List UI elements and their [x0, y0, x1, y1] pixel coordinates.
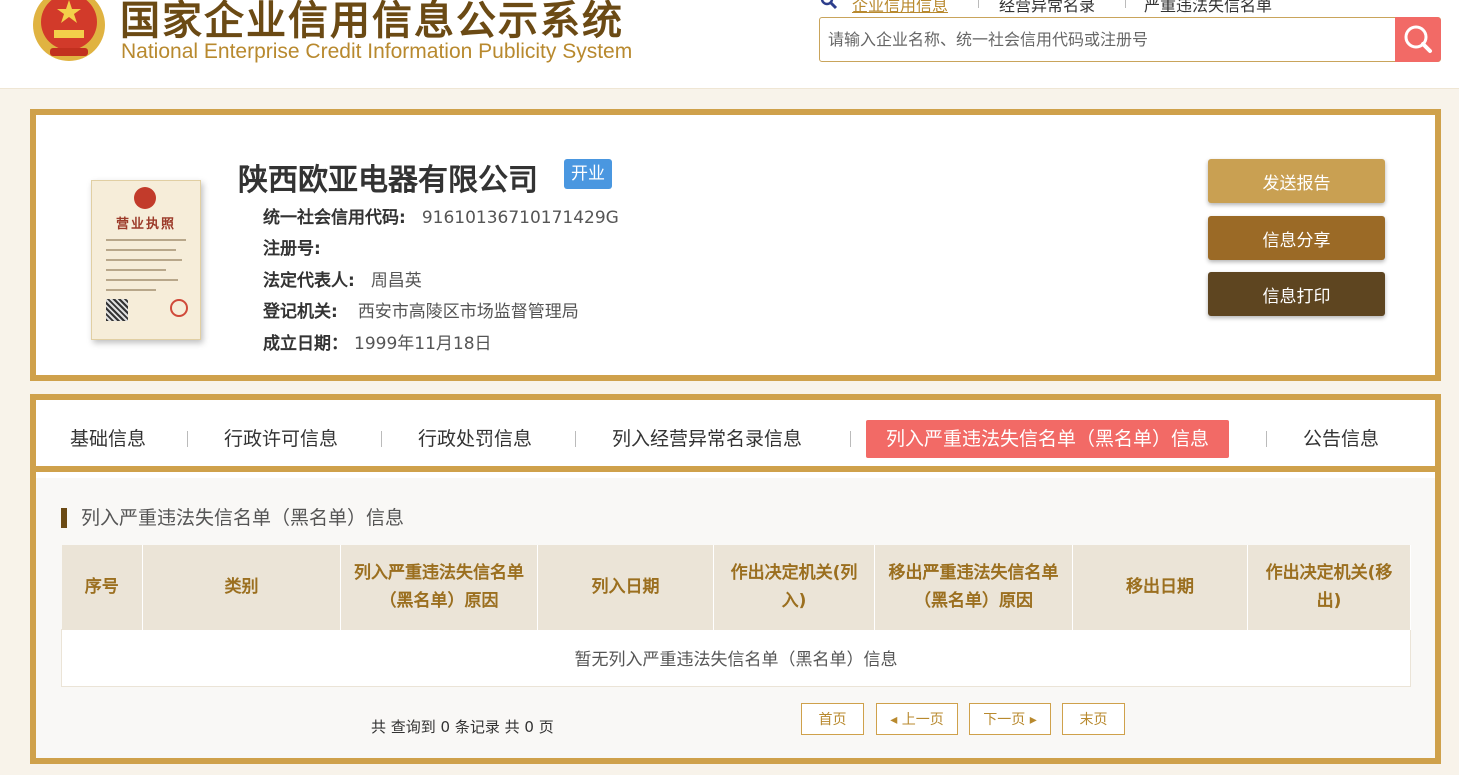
- company-name: 陕西欧亚电器有限公司: [238, 163, 538, 198]
- share-button[interactable]: 信息分享: [1208, 216, 1385, 260]
- col-header: 移出日期: [1072, 545, 1248, 629]
- next-page-button[interactable]: 下一页 ▸: [969, 703, 1051, 735]
- blacklist-table: 序号 类别 列入严重违法失信名单（黑名单）原因 列入日期 作出决定机关(列入) …: [61, 545, 1411, 687]
- tab-admin-license[interactable]: 行政许可信息: [224, 420, 338, 458]
- col-header: 作出决定机关(移出): [1247, 545, 1411, 629]
- license-text-line: [106, 239, 186, 241]
- tab-announcements[interactable]: 公告信息: [1303, 420, 1379, 458]
- search-icon: [1404, 25, 1432, 53]
- magnifier-icon: [820, 0, 838, 10]
- info-authority: 登记机关: 西安市高陵区市场监督管理局: [263, 297, 579, 322]
- established-label: 成立日期：: [263, 334, 348, 354]
- nav-link-blacklist[interactable]: 严重违法失信名单: [1144, 0, 1272, 16]
- col-header: 作出决定机关(列入): [713, 545, 875, 629]
- logo-title-en: National Enterprise Credit Information P…: [121, 40, 633, 63]
- credit-code-value: 916101367101714​29G: [421, 208, 619, 228]
- prev-page-button[interactable]: ◂ 上一页: [876, 703, 958, 735]
- empty-message: 暂无列入严重违法失信名单（黑名单）信息: [61, 628, 1411, 687]
- info-reg-no: 注册号:: [263, 234, 337, 259]
- status-badge: 开业: [564, 159, 612, 189]
- search-input[interactable]: [820, 18, 1396, 61]
- info-established: 成立日期： 1999年11月18日: [263, 329, 492, 354]
- col-header: 移出严重违法失信名单（黑名单）原因: [874, 545, 1073, 629]
- license-text-line: [106, 279, 178, 281]
- qr-code-icon: [106, 299, 128, 321]
- last-page-button[interactable]: 末页: [1062, 703, 1125, 735]
- legal-rep-value: 周昌英: [370, 271, 422, 291]
- panel-body: 列入严重违法失信名单（黑名单）信息 序号 类别 列入严重违法失信名单（黑名单）原…: [36, 478, 1435, 758]
- table-header-row: 序号 类别 列入严重违法失信名单（黑名单）原因 列入日期 作出决定机关(列入) …: [61, 545, 1411, 629]
- tab-divider: [381, 431, 382, 447]
- license-text-line: [106, 259, 182, 261]
- authority-value: 西安市高陵区市场监督管理局: [357, 302, 579, 322]
- print-button[interactable]: 信息打印: [1208, 272, 1385, 316]
- license-text-line: [106, 269, 166, 271]
- company-card: 营业执照 陕西欧亚电器有限公司 开业 统一社会信用代码: 916101367101…: [30, 109, 1441, 381]
- license-emblem-icon: [134, 187, 156, 209]
- site-header: 国家企业信用信息公示系统 National Enterprise Credit …: [0, 0, 1459, 89]
- license-text-line: [106, 249, 176, 251]
- search-box: [819, 17, 1441, 62]
- national-emblem-icon: [33, 0, 105, 61]
- credit-code-label: 统一社会信用代码:: [263, 208, 406, 228]
- business-license-image[interactable]: 营业执照: [91, 180, 201, 340]
- tab-divider: [850, 431, 851, 447]
- col-header: 列入日期: [537, 545, 714, 629]
- tab-basic-info[interactable]: 基础信息: [70, 420, 146, 458]
- col-header: 序号: [61, 545, 143, 629]
- info-panel: 基础信息 行政许可信息 行政处罚信息 列入经营异常名录信息 列入严重违法失信名单…: [30, 394, 1441, 764]
- tab-abnormal-list[interactable]: 列入经营异常名录信息: [612, 420, 802, 458]
- search-button[interactable]: [1395, 17, 1441, 62]
- tab-divider: [1266, 431, 1267, 447]
- license-text-line: [106, 289, 156, 291]
- nav-divider: [978, 0, 979, 8]
- nav-divider: [1125, 0, 1126, 8]
- section-title: 列入严重违法失信名单（黑名单）信息: [61, 508, 404, 528]
- table-row: 暂无列入严重违法失信名单（黑名单）信息: [61, 628, 1411, 687]
- tab-divider: [575, 431, 576, 447]
- tab-bar: 基础信息 行政许可信息 行政处罚信息 列入经营异常名录信息 列入严重违法失信名单…: [36, 400, 1435, 472]
- col-header: 类别: [142, 545, 341, 629]
- seal-icon: [170, 299, 188, 317]
- reg-no-label: 注册号:: [263, 239, 321, 259]
- nav-link-abnormal-list[interactable]: 经营异常名录: [999, 0, 1095, 16]
- first-page-button[interactable]: 首页: [801, 703, 864, 735]
- info-credit-code: 统一社会信用代码: 916101367101714​29G: [263, 203, 619, 228]
- tab-admin-penalty[interactable]: 行政处罚信息: [418, 420, 532, 458]
- pagination-summary: 共 查询到 0 条记录 共 0 页: [371, 718, 554, 736]
- legal-rep-label: 法定代表人:: [263, 271, 355, 291]
- tab-divider: [187, 431, 188, 447]
- authority-label: 登记机关:: [263, 302, 338, 322]
- col-header: 列入严重违法失信名单（黑名单）原因: [340, 545, 538, 629]
- nav-link-credit-info[interactable]: 企业信用信息: [852, 0, 948, 16]
- tab-blacklist[interactable]: 列入严重违法失信名单（黑名单）信息: [866, 420, 1230, 458]
- info-legal-rep: 法定代表人: 周昌英: [263, 266, 422, 291]
- license-title: 营业执照: [115, 217, 176, 232]
- established-value: 1999年11月18日: [354, 334, 492, 354]
- send-report-button[interactable]: 发送报告: [1208, 159, 1385, 203]
